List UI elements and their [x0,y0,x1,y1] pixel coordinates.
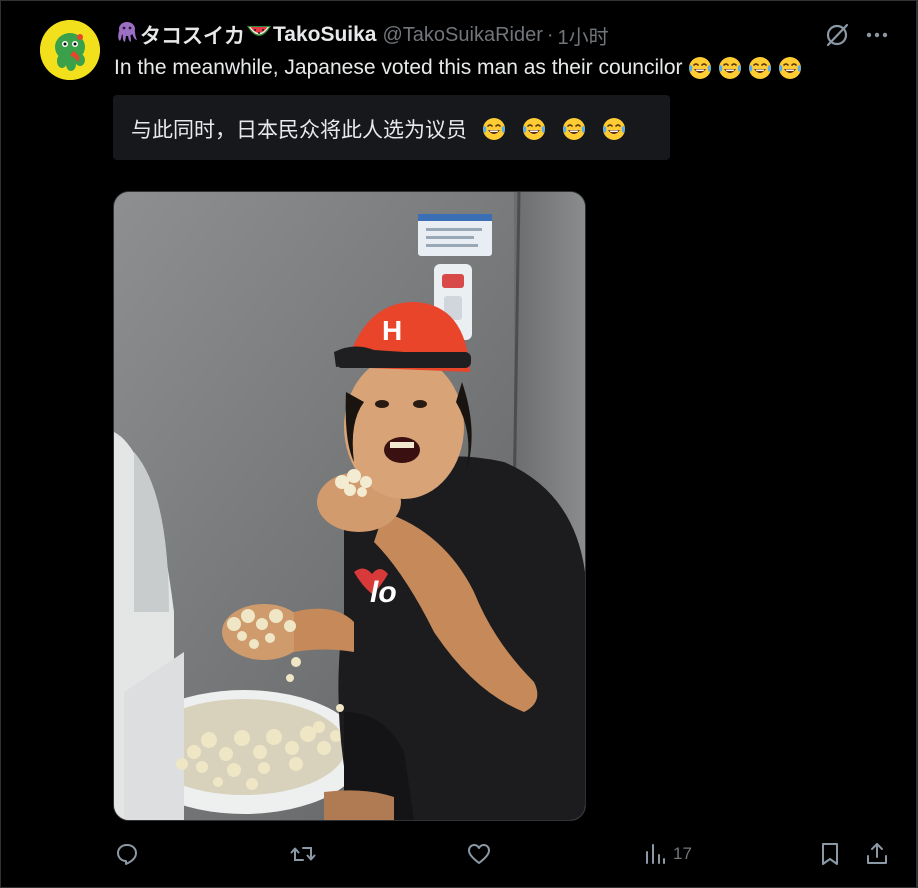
laughing-tears-icon [687,55,713,81]
timestamp[interactable]: 1小时 [558,21,609,50]
translation-body: 与此同时，日本民众将此人选为议员 [131,119,467,142]
tweet-emoji-group [683,55,803,81]
bookmark-button[interactable] [818,838,842,870]
laughing-tears-icon [481,116,507,142]
views-count: 17 [673,844,692,863]
display-name[interactable]: タコスイカ TakoSuika [114,19,376,51]
user-handle[interactable]: @TakoSuikaRider [382,24,542,47]
display-name-part2: TakoSuika [273,23,377,46]
laughing-tears-icon [521,116,547,142]
tweet-text: In the meanwhile, Japanese voted this ma… [114,55,803,81]
action-bar: 17 [0,838,918,870]
tweet-body: In the meanwhile, Japanese voted this ma… [114,56,683,79]
laughing-tears-icon [747,55,773,81]
retweet-icon [289,841,317,867]
translation-text: 与此同时，日本民众将此人选为议员 [131,114,627,144]
tweet-photo[interactable]: lo H [113,191,586,821]
tweet-header: タコスイカ TakoSuika @TakoSuikaRider · 1小时 [114,20,609,50]
views-icon [643,841,667,867]
heart-icon [466,841,492,867]
like-button[interactable] [466,838,492,870]
share-button[interactable] [864,838,890,870]
laughing-tears-icon [561,116,587,142]
shirt-logo-text: lo [370,576,397,609]
avatar[interactable] [40,20,100,80]
man-with-red-cap-eating-popcorn-photo: lo H [114,192,585,820]
share-icon [864,841,890,867]
laughing-tears-icon [717,55,743,81]
translation-box: 与此同时，日本民众将此人选为议员 [113,95,670,160]
octopus-icon [114,19,140,51]
reply-icon [114,841,140,867]
octopus-avatar-icon [40,20,100,80]
grok-icon[interactable] [824,22,850,48]
display-name-part1: タコスイカ [140,25,245,48]
retweet-button[interactable] [289,838,317,870]
views-button[interactable]: 17 [643,838,692,870]
separator-dot: · [546,23,554,46]
laughing-tears-icon [601,116,627,142]
watermelon-icon [245,20,273,50]
translation-emoji-group [467,116,627,142]
cap-logo-text: H [382,315,402,346]
more-options-icon[interactable] [864,22,890,48]
reply-button[interactable] [114,838,140,870]
laughing-tears-icon [777,55,803,81]
bookmark-icon [818,841,842,867]
